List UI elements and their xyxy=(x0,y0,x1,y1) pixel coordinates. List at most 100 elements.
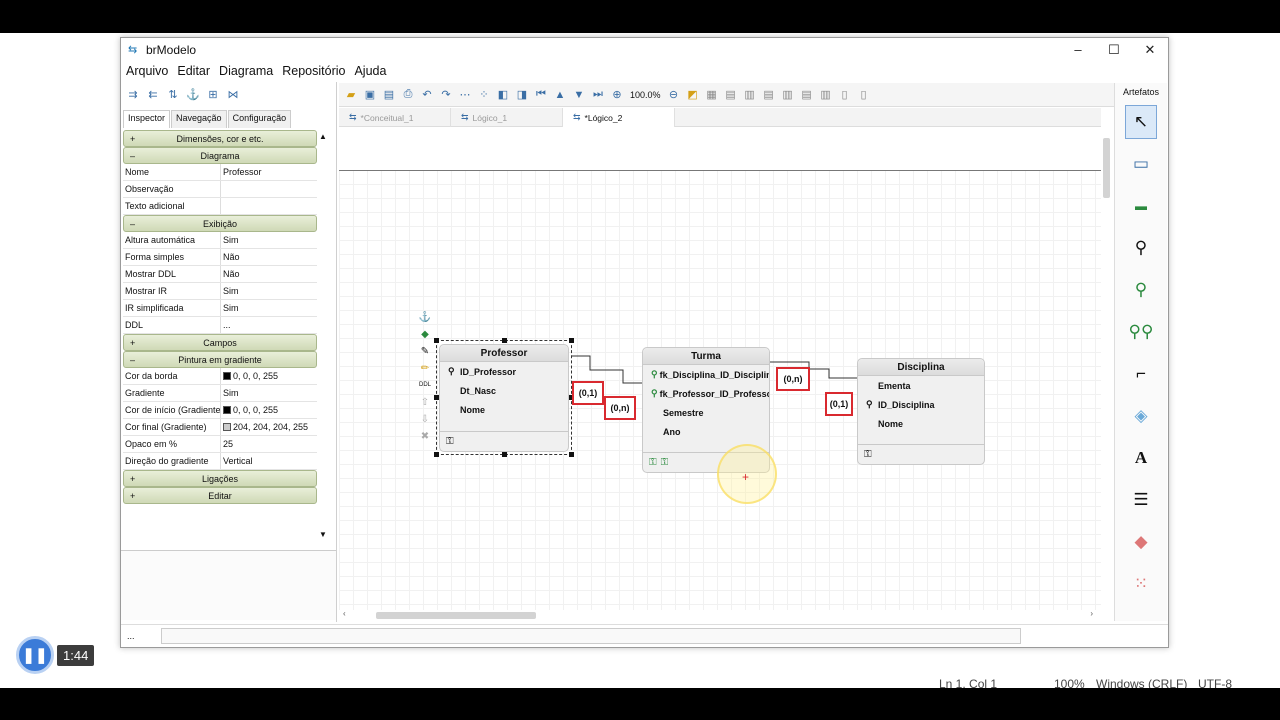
inspector-section[interactable]: + Ligações xyxy=(123,470,317,487)
section-toggle-icon[interactable]: – xyxy=(130,355,135,365)
text-tool-icon[interactable]: A xyxy=(1125,441,1157,475)
cardinality-label[interactable]: (0,1) xyxy=(825,392,853,416)
scroll-up-icon[interactable]: ▲ xyxy=(319,132,327,141)
minimize-button[interactable]: – xyxy=(1060,38,1096,61)
align-left-icon[interactable]: ▤ xyxy=(723,87,739,103)
tab-configuracao[interactable]: Configuração xyxy=(227,110,292,128)
tab-conceitual-1[interactable]: ⇆ *Conceitual_1 xyxy=(339,108,451,127)
tree-expand-icon[interactable]: ⇉ xyxy=(125,86,141,102)
section-toggle-icon[interactable]: – xyxy=(130,151,135,161)
delete-icon[interactable]: ✖ xyxy=(418,428,432,445)
undo-icon[interactable]: ↶ xyxy=(419,87,435,103)
scroll-down-icon[interactable]: ▼ xyxy=(319,530,327,539)
align-center-icon[interactable]: ▥ xyxy=(742,87,758,103)
entity-disciplina[interactable]: Disciplina Ementa ⚲ ID_Disciplina Nome ⚿ xyxy=(857,358,985,465)
select-all-icon[interactable]: ⋯ xyxy=(457,87,473,103)
eraser-icon[interactable]: ◆ xyxy=(418,326,432,343)
anchor-icon[interactable]: ⚓ xyxy=(185,86,201,102)
composite-key-tool-icon[interactable]: ⚲⚲ xyxy=(1125,315,1157,349)
splitter[interactable] xyxy=(336,82,337,622)
menu-ajuda[interactable]: Ajuda xyxy=(350,64,390,78)
property-value[interactable]: ... xyxy=(221,317,317,333)
align-top-icon[interactable]: ▥ xyxy=(780,87,796,103)
property-value[interactable]: 0, 0, 0, 255 xyxy=(221,368,317,384)
maximize-button[interactable]: ☐ xyxy=(1096,38,1132,61)
inspector-section[interactable]: + Dimensões, cor e etc. xyxy=(123,130,317,147)
resize-handle[interactable] xyxy=(434,452,439,457)
section-toggle-icon[interactable]: – xyxy=(130,219,135,229)
tab-logico-2[interactable]: ⇆ *Lógico_2 xyxy=(563,108,675,127)
inspector-section[interactable]: – Diagrama xyxy=(123,147,317,164)
scroll-thumb[interactable] xyxy=(376,612,536,619)
inspector-section[interactable]: + Campos xyxy=(123,334,317,351)
print-icon[interactable]: ⎙ xyxy=(400,87,416,103)
zoom-in-icon[interactable]: ⊕ xyxy=(609,87,625,103)
property-value[interactable]: Sim xyxy=(221,300,317,316)
menu-diagrama[interactable]: Diagrama xyxy=(215,64,277,78)
list-tool-icon[interactable]: ☰ xyxy=(1125,483,1157,517)
property-value[interactable]: 204, 204, 204, 255 xyxy=(221,419,317,435)
align-bottom-icon[interactable]: ▥ xyxy=(818,87,834,103)
inspector-section[interactable]: + Editar xyxy=(123,487,317,504)
sort-icon[interactable]: ⇅ xyxy=(165,86,181,102)
entity-professor[interactable]: Professor ⚲ ID_Professor Dt_Nasc Nome ⚿ xyxy=(439,344,569,452)
highlight-icon[interactable]: ◩ xyxy=(685,87,701,103)
send-back-icon[interactable]: ◨ xyxy=(514,87,530,103)
section-toggle-icon[interactable]: + xyxy=(130,338,135,348)
property-value[interactable]: Vertical xyxy=(221,453,317,469)
inspector-scrollbar[interactable]: ▲ ▼ xyxy=(319,132,327,542)
attribute-row[interactable]: Nome xyxy=(858,414,984,433)
ddl-icon[interactable]: DDL xyxy=(418,377,432,394)
attribute-row[interactable]: ⚲ fk_Professor_ID_Professor xyxy=(643,384,769,403)
align-right-icon[interactable]: ▤ xyxy=(761,87,777,103)
distribute-v-icon[interactable]: ▯ xyxy=(856,87,872,103)
attribute-row[interactable]: ⚲ fk_Disciplina_ID_Disciplina xyxy=(643,365,769,384)
pointer-tool-icon[interactable]: ↖ xyxy=(1125,105,1157,139)
attribute-row[interactable]: ⚲ ID_Professor xyxy=(440,362,568,381)
distribute-h-icon[interactable]: ▯ xyxy=(837,87,853,103)
property-value[interactable]: Professor xyxy=(221,164,317,180)
inspector-section[interactable]: – Pintura em gradiente xyxy=(123,351,317,368)
bring-front-icon[interactable]: ◧ xyxy=(495,87,511,103)
edit-icon[interactable]: ✎ xyxy=(418,343,432,360)
canvas-v-scrollbar[interactable] xyxy=(1101,128,1113,610)
property-value[interactable] xyxy=(221,198,317,214)
move-down-icon[interactable]: ⇩ xyxy=(418,411,432,428)
table-tool-icon[interactable]: ▭ xyxy=(1125,147,1157,181)
field-tool-icon[interactable]: ▬ xyxy=(1125,189,1157,223)
primary-key-tool-icon[interactable]: ⚲ xyxy=(1125,231,1157,265)
property-value[interactable]: Sim xyxy=(221,283,317,299)
tab-inspector[interactable]: Inspector xyxy=(123,110,171,128)
resize-handle[interactable] xyxy=(569,452,574,457)
menu-repositorio[interactable]: Repositório xyxy=(278,64,349,78)
pause-icon[interactable]: ❚❚ xyxy=(16,636,54,674)
property-value[interactable]: Não xyxy=(221,266,317,282)
property-value[interactable] xyxy=(221,181,317,197)
attribute-row[interactable]: Dt_Nasc xyxy=(440,381,568,400)
diagram-canvas[interactable]: ⚓ ◆ ✎ ✏ DDL ⇧ ⇩ ✖ Professor ⚲ ID_Professo… xyxy=(339,128,1101,610)
tab-navegacao[interactable]: Navegação xyxy=(171,110,227,128)
tab-logico-1[interactable]: ⇆ Lógico_1 xyxy=(451,108,563,127)
section-toggle-icon[interactable]: + xyxy=(130,491,135,501)
scroll-thumb[interactable] xyxy=(1103,138,1110,198)
inspector-section[interactable]: – Exibição xyxy=(123,215,317,232)
open-folder-icon[interactable]: ▰ xyxy=(343,87,359,103)
tree-icon[interactable]: ⊞ xyxy=(205,86,221,102)
property-value[interactable]: Sim xyxy=(221,385,317,401)
zoom-out-icon[interactable]: ⊖ xyxy=(666,87,682,103)
property-value[interactable]: Não xyxy=(221,249,317,265)
save-icon[interactable]: ▣ xyxy=(362,87,378,103)
down-icon[interactable]: ▼ xyxy=(571,87,587,103)
menu-arquivo[interactable]: Arquivo xyxy=(122,64,172,78)
attribute-row[interactable]: Ementa xyxy=(858,376,984,395)
cardinality-label[interactable]: (0,1) xyxy=(572,381,604,405)
canvas-h-scrollbar[interactable]: ‹ › xyxy=(343,609,1093,620)
cardinality-label[interactable]: (0,n) xyxy=(776,367,810,391)
move-up-icon[interactable]: ⇧ xyxy=(418,394,432,411)
property-value[interactable]: 25 xyxy=(221,436,317,452)
resize-handle[interactable] xyxy=(434,338,439,343)
cardinality-label[interactable]: (0,n) xyxy=(604,396,636,420)
section-toggle-icon[interactable]: + xyxy=(130,134,135,144)
up-icon[interactable]: ▲ xyxy=(552,87,568,103)
last-icon[interactable]: ⏭ xyxy=(590,87,606,103)
